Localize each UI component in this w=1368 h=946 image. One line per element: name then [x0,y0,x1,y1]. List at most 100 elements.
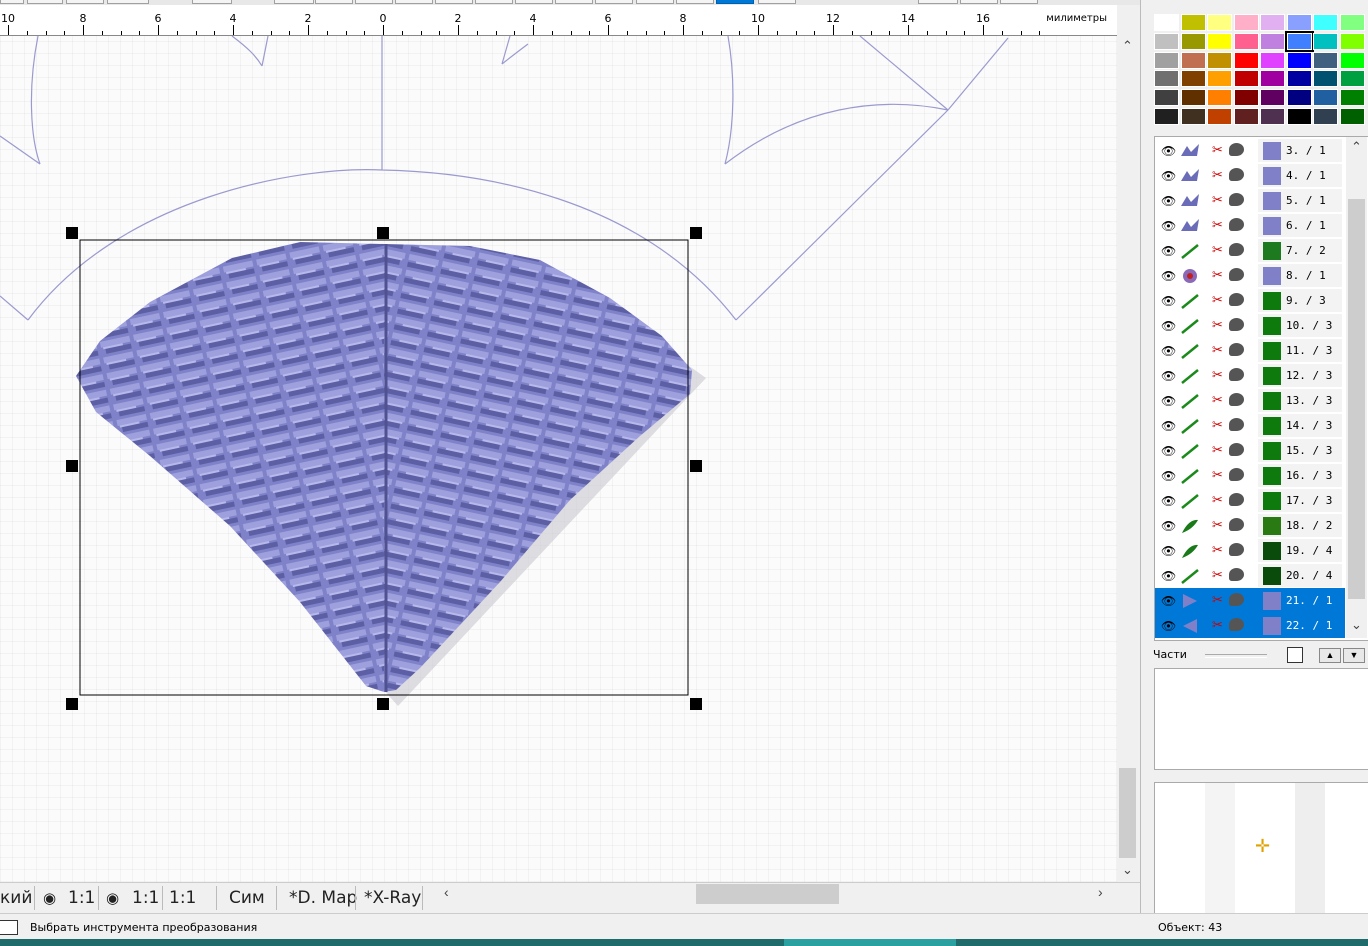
palette-swatch[interactable] [1233,89,1259,107]
eye-icon[interactable]: 👁 [1161,544,1176,558]
palette-swatch[interactable] [1339,14,1365,31]
palette-swatch[interactable] [1233,108,1259,125]
palette-swatch[interactable] [1313,89,1338,107]
scroll-left-icon[interactable]: ‹ [444,884,449,900]
palette-swatch[interactable] [1207,32,1232,50]
palette-swatch[interactable] [1154,32,1179,50]
eye-icon[interactable]: 👁 [1161,169,1176,183]
design-canvas[interactable] [0,36,1117,882]
object-row[interactable]: 👁 ✂ 12. / 3 [1155,363,1345,388]
palette-swatch[interactable] [1233,70,1259,88]
palette-swatch[interactable] [1260,14,1285,31]
palette-swatch[interactable] [1313,70,1338,88]
object-color-swatch[interactable] [1263,167,1281,185]
object-color-swatch[interactable] [1263,142,1281,160]
object-row[interactable]: 👁 ✂ 13. / 3 [1155,388,1345,413]
eye-icon[interactable]: 👁 [1161,319,1176,333]
toolbar-button[interactable] [435,0,473,4]
eye-icon[interactable]: 👁 [1161,194,1176,208]
object-color-swatch[interactable] [1263,592,1281,610]
toolbar-button[interactable] [960,0,998,4]
palette-swatch[interactable] [1154,51,1179,69]
toolbar-button[interactable] [595,0,633,4]
palette-swatch[interactable] [1233,32,1259,50]
object-color-swatch[interactable] [1263,367,1281,385]
scissors-icon[interactable]: ✂ [1212,142,1223,158]
palette-swatch[interactable] [1286,70,1312,88]
object-row[interactable]: 👁 ✂ 18. / 2 [1155,513,1345,538]
toolbar-button[interactable] [475,0,513,4]
palette-swatch[interactable] [1286,14,1312,31]
palette-swatch[interactable] [1339,108,1365,125]
toolbar-button[interactable] [274,0,314,4]
trim-bubble-icon[interactable] [1229,468,1244,481]
trim-bubble-icon[interactable] [1229,593,1244,606]
toolbar-button[interactable] [315,0,353,4]
toolbar-button[interactable] [192,0,232,4]
palette-swatch[interactable] [1207,89,1232,107]
toolbar-button[interactable] [676,0,714,4]
scroll-up-icon[interactable]: ⌃ [1122,38,1133,54]
palette-swatch[interactable] [1313,51,1338,69]
trim-bubble-icon[interactable] [1229,568,1244,581]
scroll-up-icon[interactable]: ⌃ [1351,139,1362,155]
canvas-horizontal-scrollbar[interactable]: ‹ › [438,882,1118,906]
palette-swatch[interactable] [1260,89,1285,107]
eye-icon[interactable]: 👁 [1161,594,1176,608]
eye-icon[interactable]: 👁 [1161,419,1176,433]
palette-swatch[interactable] [1180,51,1206,69]
scissors-icon[interactable]: ✂ [1212,592,1223,608]
trim-bubble-icon[interactable] [1229,293,1244,306]
toolbar-button-active[interactable] [716,0,754,4]
palette-swatch[interactable] [1154,70,1179,88]
scissors-icon[interactable]: ✂ [1212,617,1223,633]
density-map-button[interactable]: *D. Map [289,888,357,908]
object-color-swatch[interactable] [1263,442,1281,460]
trim-bubble-icon[interactable] [1229,618,1244,631]
object-row[interactable]: 👁 ✂ 17. / 3 [1155,488,1345,513]
object-color-swatch[interactable] [1263,342,1281,360]
object-row[interactable]: 👁 ✂ 19. / 4 [1155,538,1345,563]
object-row[interactable]: 👁 ✂ 5. / 1 [1155,188,1345,213]
object-color-swatch[interactable] [1263,292,1281,310]
trim-bubble-icon[interactable] [1229,218,1244,231]
object-color-swatch[interactable] [1263,242,1281,260]
scroll-down-icon[interactable]: ⌄ [1351,617,1362,633]
object-row[interactable]: 👁 ✂ 11. / 3 [1155,338,1345,363]
palette-swatch[interactable] [1339,89,1365,107]
scissors-icon[interactable]: ✂ [1212,192,1223,208]
zoom-ratio-2[interactable]: 1:1 [132,888,159,908]
palette-swatch[interactable] [1180,14,1206,31]
scissors-icon[interactable]: ✂ [1212,217,1223,233]
scissors-icon[interactable]: ✂ [1212,542,1223,558]
scissors-icon[interactable]: ✂ [1212,492,1223,508]
eye-icon[interactable]: 👁 [1161,569,1176,583]
palette-swatch[interactable] [1180,108,1206,125]
eye-icon[interactable]: 👁 [1161,494,1176,508]
scissors-icon[interactable]: ✂ [1212,467,1223,483]
object-row[interactable]: 👁 ✂ 6. / 1 [1155,213,1345,238]
eye-icon[interactable]: 👁 [1161,244,1176,258]
object-color-swatch[interactable] [1263,617,1281,635]
toolbar-button[interactable] [355,0,393,4]
palette-swatch[interactable] [1286,89,1312,107]
object-row[interactable]: 👁 ✂ 14. / 3 [1155,413,1345,438]
object-row[interactable]: 👁 ✂ 7. / 2 [1155,238,1345,263]
object-row[interactable]: 👁 ✂ 15. / 3 [1155,438,1345,463]
toolbar-button[interactable] [918,0,958,4]
eye-icon[interactable]: 👁 [1161,519,1176,533]
palette-swatch[interactable] [1339,70,1365,88]
zoom-ratio-1[interactable]: 1:1 [68,888,95,908]
palette-swatch[interactable] [1207,51,1232,69]
trim-bubble-icon[interactable] [1229,318,1244,331]
trim-bubble-icon[interactable] [1229,243,1244,256]
trim-bubble-icon[interactable] [1229,493,1244,506]
zoom-ratio-3[interactable]: 1:1 [169,888,196,908]
palette-swatch[interactable] [1313,108,1338,125]
object-color-swatch[interactable] [1263,392,1281,410]
view-mode-label[interactable]: кий [0,888,32,908]
toolbar-button[interactable] [395,0,433,4]
object-color-swatch[interactable] [1263,492,1281,510]
palette-swatch[interactable] [1260,32,1285,50]
palette-swatch[interactable] [1233,14,1259,31]
